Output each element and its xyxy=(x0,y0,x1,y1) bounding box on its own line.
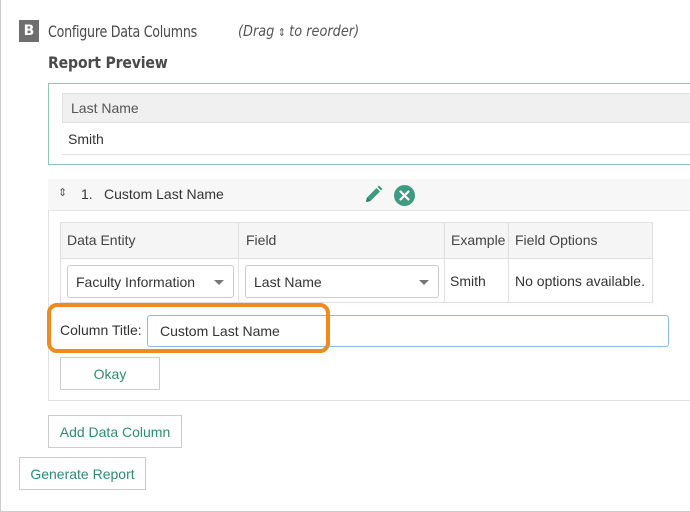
add-data-column-button[interactable]: Add Data Column xyxy=(48,415,182,448)
field-selected: Last Name xyxy=(254,274,322,290)
field-options-value: No options available. xyxy=(515,273,645,289)
preview-row-value: Smith xyxy=(62,123,690,155)
remove-column-icon[interactable] xyxy=(394,185,415,206)
column-divider xyxy=(444,223,445,302)
header-field-options: Field Options xyxy=(515,232,598,248)
column-number: 1. xyxy=(81,186,93,202)
section-title: Configure Data Columns xyxy=(48,22,197,41)
drag-arrows-icon: ⇕ xyxy=(277,26,286,39)
pencil-icon[interactable] xyxy=(362,184,384,206)
reorder-hint: (Drag ⇕ to reorder) xyxy=(238,22,359,40)
example-value: Smith xyxy=(450,273,486,289)
preview-column-header: Last Name xyxy=(62,93,690,123)
hint-suffix: to reorder) xyxy=(289,22,360,40)
report-preview-table: Last Name Smith xyxy=(62,93,690,155)
chevron-down-icon xyxy=(419,280,429,285)
chevron-down-icon xyxy=(214,280,224,285)
header-field: Field xyxy=(246,232,277,248)
section-badge: B xyxy=(19,20,39,42)
column-divider xyxy=(238,223,239,302)
generate-report-button[interactable]: Generate Report xyxy=(19,457,146,490)
column-title-label: Column Title: xyxy=(60,322,142,338)
header-example: Example xyxy=(451,232,506,248)
header-data-entity: Data Entity xyxy=(67,232,136,248)
data-entity-selected: Faculty Information xyxy=(76,274,196,290)
report-preview-heading: Report Preview xyxy=(48,53,168,72)
column-title-input[interactable] xyxy=(147,315,669,347)
column-divider xyxy=(508,223,509,302)
drag-handle-icon[interactable]: ⇕ xyxy=(58,186,67,199)
hint-prefix: (Drag xyxy=(238,22,275,40)
okay-button[interactable]: Okay xyxy=(60,357,160,390)
data-entity-select[interactable]: Faculty Information xyxy=(67,265,234,298)
column-name: Custom Last Name xyxy=(104,186,224,202)
field-config-table: Data Entity Field Example Field Options … xyxy=(60,222,653,303)
field-select[interactable]: Last Name xyxy=(245,265,439,298)
